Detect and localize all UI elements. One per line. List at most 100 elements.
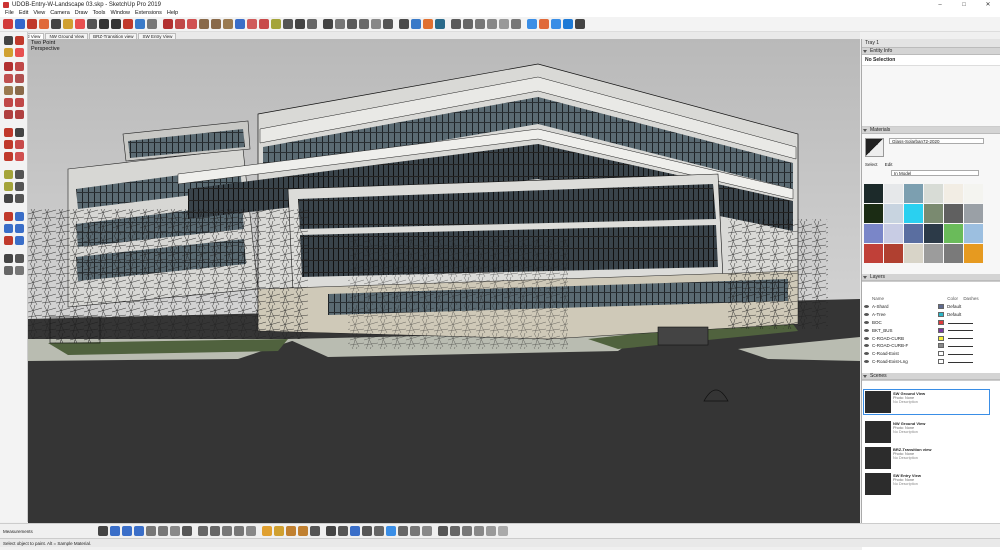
walk-icon[interactable] bbox=[4, 254, 13, 263]
scene-item[interactable]: SW Entry View Photo: None No Description bbox=[863, 471, 990, 497]
components-icon[interactable] bbox=[234, 526, 244, 536]
material-swatch[interactable] bbox=[904, 224, 923, 243]
rectangle-icon[interactable] bbox=[187, 19, 197, 29]
section-cut-icon[interactable] bbox=[410, 526, 420, 536]
scale-icon[interactable] bbox=[259, 19, 269, 29]
paint-bucket-icon[interactable] bbox=[182, 526, 192, 536]
layer-color-swatch[interactable] bbox=[938, 319, 944, 325]
menu-extensions[interactable]: Extensions bbox=[135, 10, 162, 16]
extension-warehouse-icon[interactable] bbox=[423, 19, 433, 29]
protractor-icon[interactable] bbox=[271, 19, 281, 29]
material-swatch[interactable] bbox=[884, 204, 903, 223]
section-planes-icon[interactable] bbox=[422, 526, 432, 536]
menu-draw[interactable]: Draw bbox=[75, 10, 88, 16]
protractor-icon[interactable] bbox=[262, 526, 272, 536]
right-view-icon[interactable] bbox=[146, 526, 156, 536]
share-component-icon[interactable] bbox=[462, 526, 472, 536]
material-swatch[interactable] bbox=[944, 224, 963, 243]
rectangle-icon[interactable] bbox=[4, 74, 13, 83]
visibility-eye-icon[interactable] bbox=[864, 328, 869, 332]
material-swatch[interactable] bbox=[944, 204, 963, 223]
orbit-icon[interactable] bbox=[4, 212, 13, 221]
shadow-icon[interactable] bbox=[539, 19, 549, 29]
style-wireframe-icon[interactable] bbox=[463, 19, 473, 29]
material-swatch[interactable] bbox=[884, 184, 903, 203]
solid-subtract-icon[interactable] bbox=[338, 526, 348, 536]
pointer-icon[interactable] bbox=[399, 19, 409, 29]
section-display-icon[interactable] bbox=[386, 526, 396, 536]
zoom-extents-icon[interactable] bbox=[111, 19, 121, 29]
eraser-icon[interactable] bbox=[75, 19, 85, 29]
extension-manager-icon[interactable] bbox=[474, 526, 484, 536]
solid-split-icon[interactable] bbox=[374, 526, 384, 536]
iso-view-icon[interactable] bbox=[110, 526, 120, 536]
layout-icon[interactable] bbox=[435, 19, 445, 29]
share-model-icon[interactable] bbox=[450, 526, 460, 536]
menu-camera[interactable]: Camera bbox=[50, 10, 70, 16]
tape-measure-icon[interactable] bbox=[310, 526, 320, 536]
position-camera-icon[interactable] bbox=[4, 266, 13, 275]
sandbox-from-contours-icon[interactable] bbox=[486, 526, 496, 536]
layer-row[interactable]: C-ROAD-CURB-F bbox=[862, 342, 1000, 350]
layer-dashes[interactable]: Default bbox=[947, 312, 961, 317]
three-point-arc-icon[interactable] bbox=[4, 110, 13, 119]
freehand-icon[interactable] bbox=[15, 62, 24, 71]
layer-color-swatch[interactable] bbox=[938, 312, 944, 318]
axes-icon[interactable] bbox=[4, 194, 13, 203]
geo-location-icon[interactable] bbox=[527, 19, 537, 29]
hide-icon[interactable] bbox=[198, 526, 208, 536]
unhide-icon[interactable] bbox=[210, 526, 220, 536]
previous-view-icon[interactable] bbox=[15, 236, 24, 245]
material-swatch[interactable] bbox=[924, 184, 943, 203]
pie-icon[interactable] bbox=[15, 110, 24, 119]
offset-icon[interactable] bbox=[15, 152, 24, 161]
material-swatch[interactable] bbox=[924, 224, 943, 243]
layer-row[interactable]: C-ROAD-CURB bbox=[862, 334, 1000, 342]
layer-row[interactable]: A-Tree Default bbox=[862, 311, 1000, 319]
style-xray-icon[interactable] bbox=[451, 19, 461, 29]
3d-text-icon[interactable] bbox=[15, 194, 24, 203]
solid-intersect-icon[interactable] bbox=[350, 526, 360, 536]
material-swatch[interactable] bbox=[904, 184, 923, 203]
text-icon[interactable] bbox=[286, 526, 296, 536]
dimension-icon[interactable] bbox=[274, 526, 284, 536]
outliner-icon[interactable] bbox=[222, 526, 232, 536]
pushpull-icon[interactable] bbox=[15, 128, 24, 137]
select-tool-icon[interactable] bbox=[98, 526, 108, 536]
tab-select[interactable]: Select bbox=[865, 162, 878, 167]
layer-color-swatch[interactable] bbox=[938, 335, 944, 341]
sandbox-from-scratch-icon[interactable] bbox=[498, 526, 508, 536]
polygon-icon[interactable] bbox=[211, 19, 221, 29]
style-textured-icon[interactable] bbox=[499, 19, 509, 29]
component-icon[interactable] bbox=[15, 19, 25, 29]
add-detail-icon[interactable] bbox=[371, 19, 381, 29]
freehand-icon[interactable] bbox=[223, 19, 233, 29]
section-plane-icon[interactable] bbox=[307, 19, 317, 29]
layer-color-swatch[interactable] bbox=[938, 351, 944, 357]
arc-icon[interactable] bbox=[4, 98, 13, 107]
materials-header[interactable]: Materials bbox=[862, 127, 1000, 134]
material-swatch[interactable] bbox=[864, 224, 883, 243]
close-button[interactable]: ✕ bbox=[976, 0, 1000, 9]
layer-row[interactable]: C-Road-Exist-Lng bbox=[862, 358, 1000, 366]
material-name-field[interactable]: Glass-Solarban72-2020 bbox=[889, 138, 984, 144]
tape-measure-icon[interactable] bbox=[87, 19, 97, 29]
back-view-icon[interactable] bbox=[158, 526, 168, 536]
top-view-icon[interactable] bbox=[122, 526, 132, 536]
menu-tools[interactable]: Tools bbox=[93, 10, 106, 16]
model-viewport[interactable]: Two Point Perspective bbox=[28, 39, 860, 523]
zoom-window-icon[interactable] bbox=[15, 224, 24, 233]
followme-icon[interactable] bbox=[235, 19, 245, 29]
layer-dashes[interactable]: Default bbox=[947, 304, 961, 309]
upload-icon[interactable] bbox=[563, 19, 573, 29]
select-tool-icon[interactable] bbox=[3, 19, 13, 29]
visibility-eye-icon[interactable] bbox=[864, 320, 869, 324]
visibility-eye-icon[interactable] bbox=[864, 352, 869, 356]
layer-row[interactable]: BOC bbox=[862, 319, 1000, 327]
material-swatch[interactable] bbox=[864, 204, 883, 223]
menu-help[interactable]: Help bbox=[167, 10, 178, 16]
material-swatch[interactable] bbox=[964, 184, 983, 203]
move-icon[interactable] bbox=[4, 128, 13, 137]
scene-item[interactable]: SW Ground View Photo: None No Description bbox=[863, 389, 990, 415]
material-swatch[interactable] bbox=[964, 244, 983, 263]
